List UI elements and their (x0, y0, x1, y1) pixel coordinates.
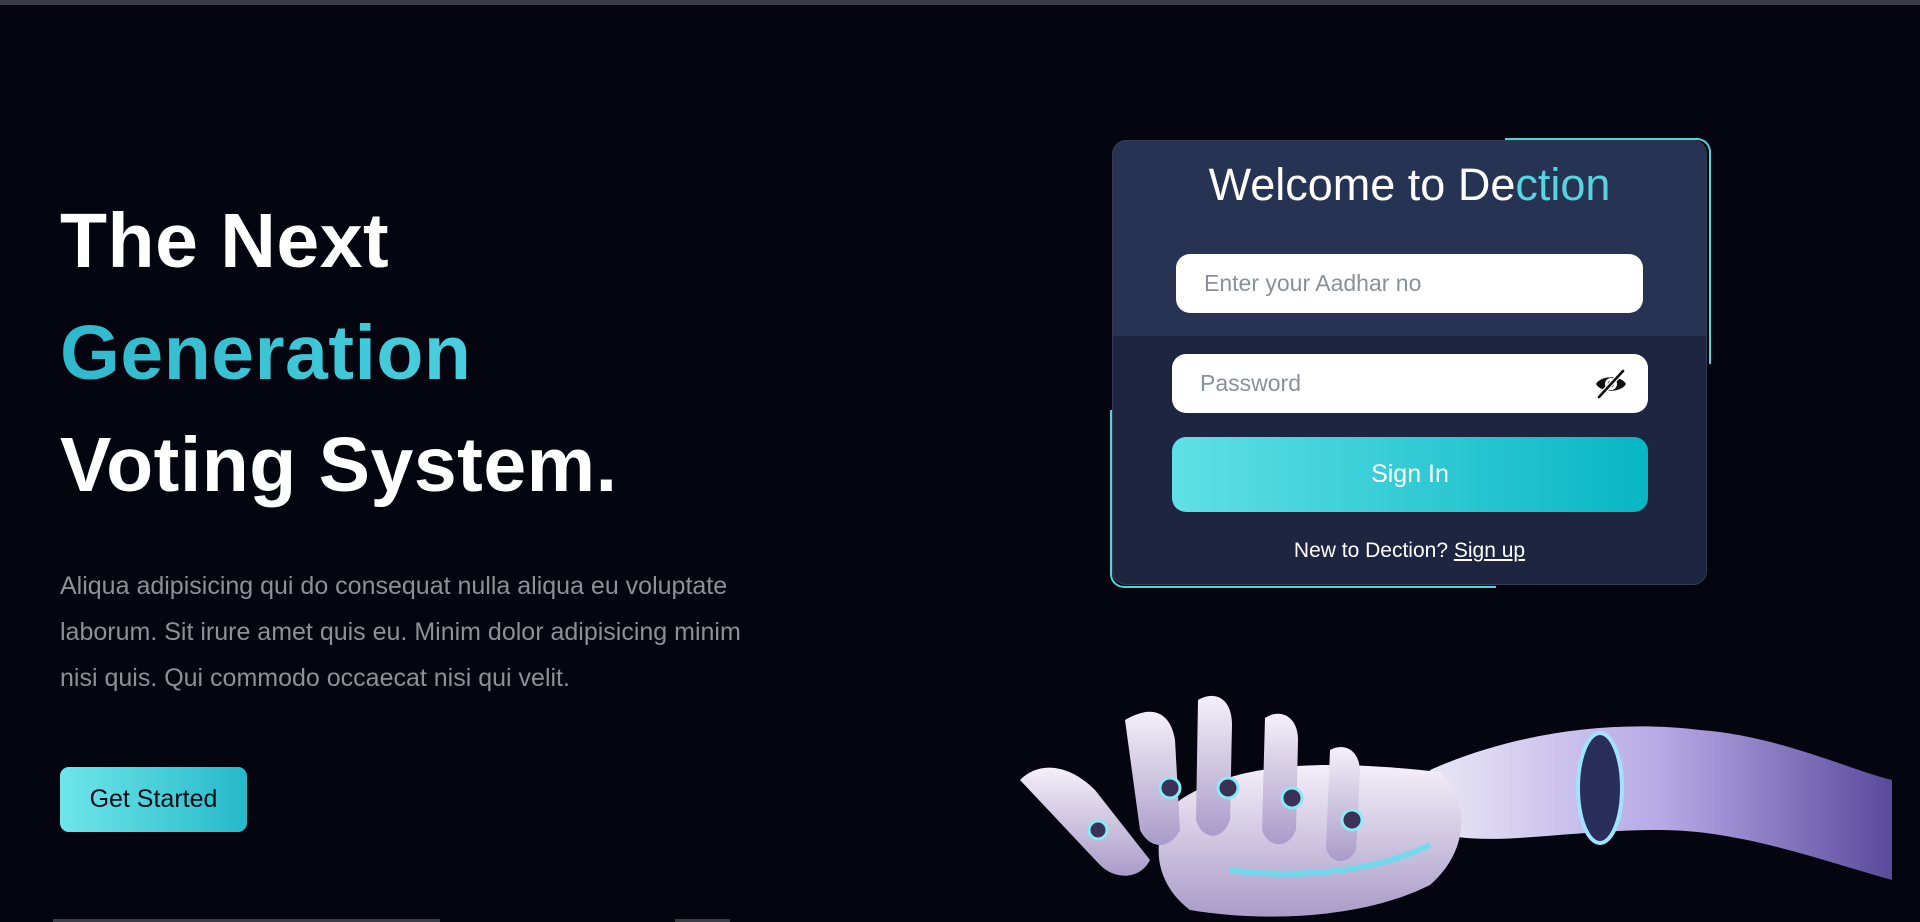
aadhar-field (1176, 254, 1643, 313)
signup-link[interactable]: Sign up (1454, 539, 1525, 562)
login-card: Welcome to Dection Sign In New to Dectio… (1112, 140, 1707, 585)
hero-title-line-3: Voting System. (60, 422, 618, 508)
eye-slash-icon[interactable] (1594, 368, 1628, 400)
sign-in-button[interactable]: Sign In (1172, 437, 1648, 512)
aadhar-input[interactable] (1176, 270, 1643, 297)
hero-description: Aliqua adipisicing qui do consequat null… (60, 572, 741, 692)
signup-row: New to Dection? Sign up (1113, 539, 1706, 563)
robot-hand-illustration (1020, 695, 1892, 917)
login-title: Welcome to Dection (1113, 159, 1706, 211)
hero-section: The Next Generation Voting System. Aliqu… (60, 185, 780, 701)
password-field (1172, 354, 1648, 413)
hero-title-line-1: The Next (60, 198, 390, 284)
login-title-prefix: Welcome to De (1208, 159, 1516, 210)
hero-title-line-2: Generation (60, 297, 780, 409)
signup-prompt: New to Dection? (1293, 539, 1454, 562)
password-input[interactable] (1172, 370, 1648, 397)
hero-title: The Next Generation Voting System. (60, 185, 780, 521)
get-started-button[interactable]: Get Started (60, 767, 247, 832)
window-top-border (0, 0, 1920, 5)
login-title-accent: ction (1515, 159, 1611, 210)
